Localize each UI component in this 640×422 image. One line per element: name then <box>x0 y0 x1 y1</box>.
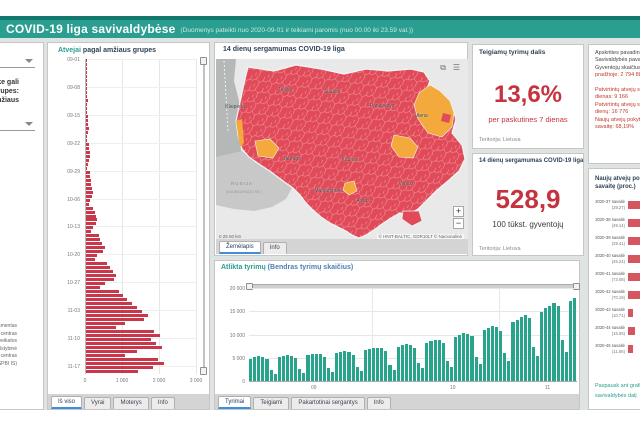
city-label-tauragė: Tauragė <box>282 156 302 162</box>
age-group-dropdown[interactable] <box>0 53 35 68</box>
info-line: Apskrities pavadinimas: Visos <box>595 50 640 56</box>
info-line: Patvirtintų atvejų skaičius per 14 <box>595 101 640 108</box>
map-hint-link-line1[interactable]: Paspausk ant grafiko ir <box>595 383 640 389</box>
city-label-panevėžys: Panevėžys <box>369 103 395 109</box>
info-line: dienų: 16 776 <box>595 109 629 116</box>
basemap-icon[interactable]: ⧉ <box>440 63 446 73</box>
age-chart-title-link[interactable]: Atvejai <box>58 47 81 54</box>
city-label-alytus: Alytus <box>356 198 370 204</box>
legend-icon[interactable]: ☰ <box>453 63 460 72</box>
lithuania-map[interactable]: Klaipėda Telšiai Šiauliai Panevėžys Utena Tau… <box>216 59 468 241</box>
week-row-4: 2020-41 savaitė (73.08) <box>589 271 640 287</box>
territory-dropdown[interactable] <box>0 116 35 131</box>
age-tab-3[interactable]: Info <box>150 397 175 409</box>
incidence-kpi-panel: 14 dienų sergamumas COVID-19 liga 528,9 … <box>472 153 584 256</box>
choropleth-map-svg <box>216 59 468 241</box>
city-label-marijampolė: Marijampolė <box>314 188 342 194</box>
info-line: Naujų atvejų pokytis per <box>595 116 640 123</box>
filter-sidebar: Duomenis grafike galifiltruoti pagal gru… <box>0 42 44 410</box>
age-chart-zoom-slider[interactable] <box>203 61 205 371</box>
age-tab-2[interactable]: Moterys <box>113 397 149 409</box>
age-slider-handle-top[interactable] <box>200 57 207 65</box>
kpi1-caption: per paskutines 7 dienas <box>488 115 568 124</box>
age-tab-1[interactable]: Vyrai <box>84 397 112 409</box>
positive-share-kpi-panel: Teigiamų tyrimų dalis 13,6% per paskutin… <box>472 44 584 149</box>
sidebar-sources-text: Šaltiniai: Statistikos departamentasNaci… <box>0 323 17 367</box>
city-label-šiauliai: Šiauliai <box>323 89 341 95</box>
kpi1-title: Teigiamų tyrimų dalis <box>479 49 546 56</box>
week-row-5: 2020-42 savaitė (70.19) <box>589 289 640 305</box>
weeks-title-line1: Naujų atvejų pokytis per <box>595 176 640 182</box>
city-label-klaipėda: Klaipėda <box>225 104 245 110</box>
info-line: savaitę: 68,19% <box>595 124 635 131</box>
chevron-down-icon <box>25 59 33 63</box>
map-zoom-out-button[interactable]: − <box>453 218 464 229</box>
tests-tab-0[interactable]: Tyrimai <box>218 396 252 409</box>
map-tabbar: Žemėlapis Info <box>216 239 468 254</box>
tests-tab-3[interactable]: Info <box>366 397 391 409</box>
city-label-vilnius: Vilnius <box>398 181 414 187</box>
city-label-kaunas: Kaunas <box>341 157 359 163</box>
week-row-1: 2020-38 savaitė (49.14) <box>589 217 640 233</box>
info-line: Gyventojų skaičius metų <box>595 64 640 71</box>
dashboard-subtitle: (Duomenys pateikti nuo 2020-09-01 ir tei… <box>180 27 414 34</box>
week-row-0: 2020-37 savaitė (29.27) <box>589 199 640 215</box>
map-tab-1[interactable]: Info <box>262 242 287 254</box>
week-row-8: 2020-45 savaitė (11.66) <box>589 343 640 359</box>
map-title: 14 dienų sergamumas COVID-19 liga <box>223 46 345 53</box>
map-tab-0[interactable]: Žemėlapis <box>219 241 261 254</box>
age-chart-title: Atvejai pagal amžiaus grupes <box>58 47 157 54</box>
city-label-utena: Utena <box>414 113 428 119</box>
info-line: pradžioje: 2 794 885 <box>595 72 640 79</box>
dashboard-title: COVID-19 liga savivaldybėse <box>6 22 176 36</box>
tests-chart-title-link[interactable]: Atlikta tyrimų <box>221 264 266 271</box>
sidebar-filter-text: Duomenis grafike galifiltruoti pagal gru… <box>0 79 19 104</box>
dashboard-header: COVID-19 liga savivaldybėse (Duomenys pa… <box>0 20 640 38</box>
week-row-7: 2020-44 savaitė (15.06) <box>589 325 640 341</box>
city-label-telšiai: Telšiai <box>278 87 292 93</box>
kpi2-caption: 100 tūkst. gyventojų <box>492 220 564 229</box>
kpi2-footer: Teritorija: Lietuva <box>479 246 521 252</box>
age-slider-handle-bottom[interactable] <box>200 367 207 375</box>
kpi1-value: 13,6% <box>493 81 563 108</box>
week-row-3: 2020-40 savaitė (45.24) <box>589 253 640 269</box>
cases-by-date-panel: Atvejai pagal amžiaus grupes 09-01 09-08 0… <box>47 42 210 410</box>
week-row-2: 2020-39 savaitė (29.41) <box>589 235 640 251</box>
kpi2-value: 528,9 <box>495 184 561 214</box>
age-tab-0[interactable]: Iš viso <box>51 396 83 409</box>
map-hint-link-line2[interactable]: savivaldybės dalį <box>595 393 637 399</box>
map-panel: 14 dienų sergamumas COVID-19 liga Klaipė… <box>214 42 468 256</box>
info-line <box>595 80 640 87</box>
territory-info-panel: Apskrities pavadinimas: VisosSavivaldybė… <box>588 44 640 164</box>
tests-tab-2[interactable]: Pakartotinai sergantys <box>291 397 365 409</box>
chevron-down-icon <box>25 122 33 126</box>
tests-tab-1[interactable]: Teigiami <box>253 397 290 409</box>
week-row-6: 2020-43 savaitė (10.71) <box>589 307 640 323</box>
weeks-title-line2: savaitę (proc.) <box>595 184 636 190</box>
russia-sublabel: (KALININGRADO SR.) <box>226 190 262 194</box>
kpi2-title: 14 dienų sergamumas COVID-19 liga <box>479 158 584 164</box>
age-chart-tabbar: Iš viso Vyrai Moterys Info <box>48 394 209 409</box>
tests-chart-panel: Atlikta tyrimų (Bendras tyrimų skaičius)… <box>214 260 580 410</box>
kpi1-footer: Teritorija: Lietuva <box>479 137 521 143</box>
weekly-change-panel: Naujų atvejų pokytis per savaitę (proc.)… <box>588 168 640 410</box>
info-line: dienas: 9 166 <box>595 94 629 101</box>
russia-label: RUSIJA <box>231 181 254 186</box>
tests-chart-tabbar: Tyrimai Teigiami Pakartotinai sergantys Inf… <box>215 394 579 409</box>
info-line: Patvirtintų atvejų skaičius per 7 <box>595 87 640 94</box>
map-zoom-in-button[interactable]: + <box>453 206 464 217</box>
info-line: Savivaldybės pavadinimas: Visos <box>595 57 640 64</box>
